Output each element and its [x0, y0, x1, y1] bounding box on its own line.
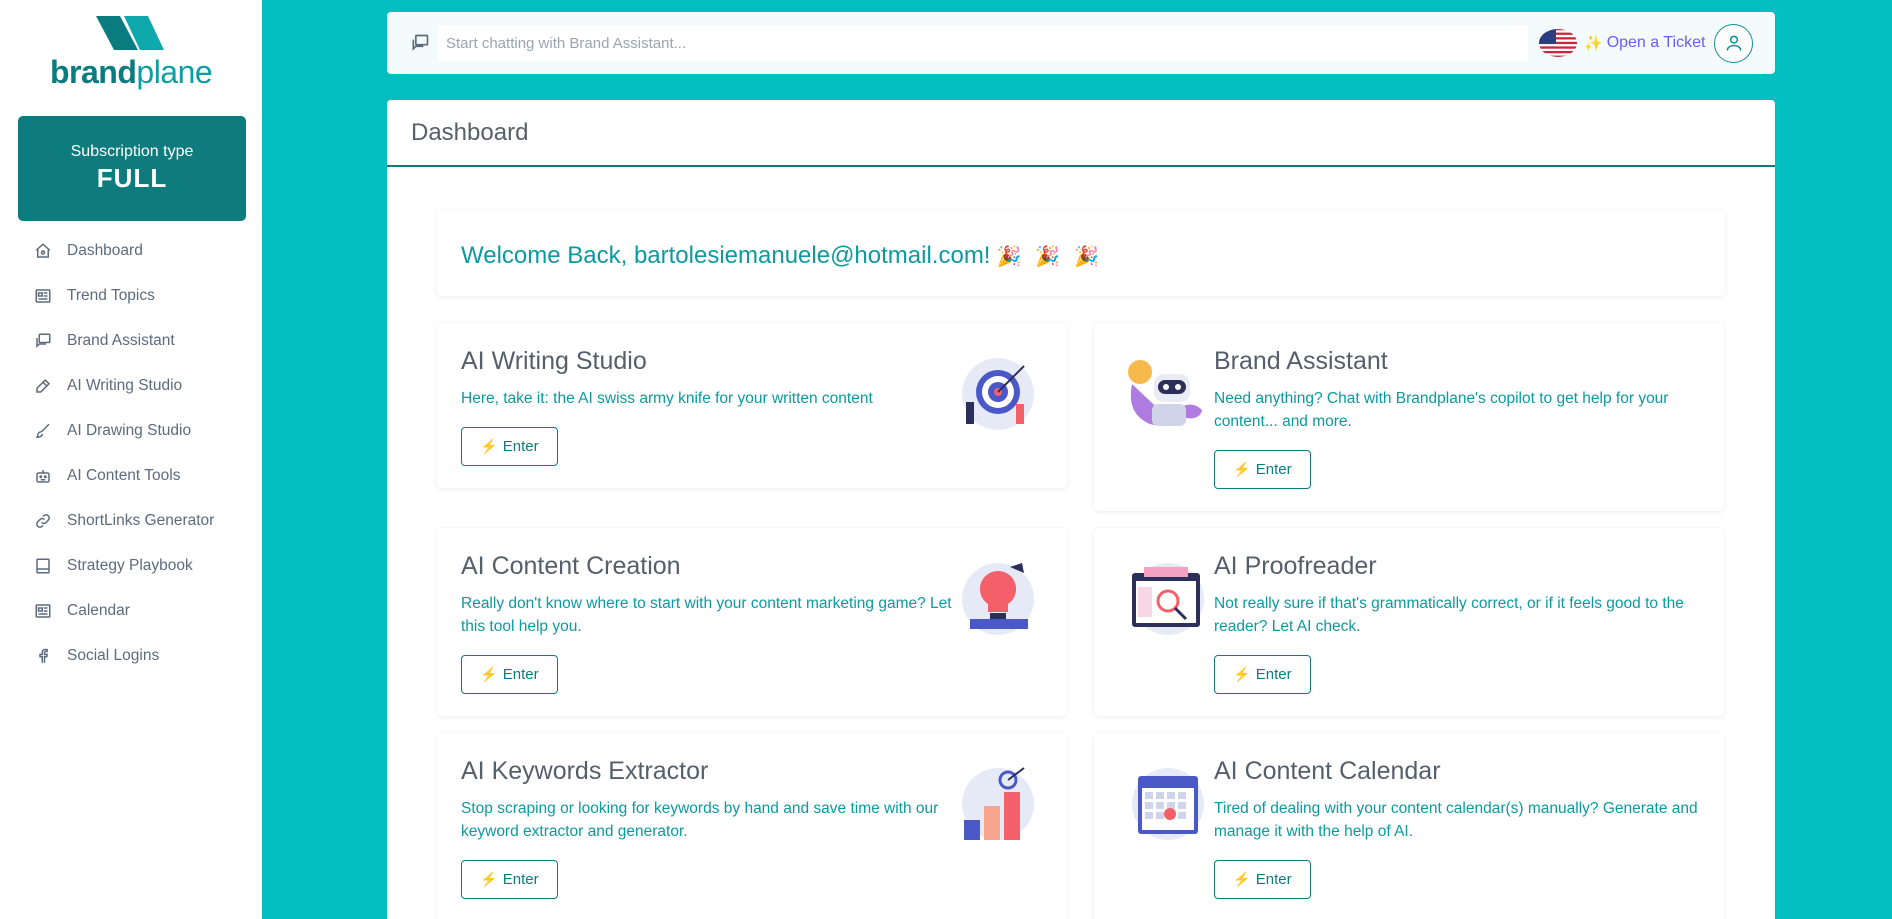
- sidebar: brandplane Subscription type FULL Dashbo…: [0, 0, 262, 919]
- tool-title: Brand Assistant: [1214, 347, 1388, 375]
- welcome-text: Welcome Back, bartolesiemanuele@hotmail.…: [461, 242, 991, 269]
- enter-button[interactable]: ⚡ Enter: [461, 427, 558, 466]
- sidebar-item-label: Trend Topics: [67, 286, 155, 304]
- tool-card-ai-content-creation: AI Content Creation Really don't know wh…: [437, 528, 1067, 716]
- user-icon: [1726, 35, 1742, 51]
- facebook-icon: [34, 647, 52, 665]
- subscription-card: Subscription type FULL: [18, 116, 246, 221]
- tool-card-ai-keywords-extractor: AI Keywords Extractor Stop scraping or l…: [437, 733, 1067, 919]
- tool-title: AI Writing Studio: [461, 347, 647, 375]
- tool-card-brand-assistant: Brand Assistant Need anything? Chat with…: [1094, 323, 1724, 511]
- open-ticket-label: Open a Ticket: [1606, 34, 1706, 51]
- bolt-icon: ⚡: [1233, 871, 1251, 887]
- tool-description: Here, take it: the AI swiss army knife f…: [461, 390, 873, 407]
- bolt-icon: ⚡: [1233, 666, 1251, 682]
- tool-title: AI Proofreader: [1214, 552, 1377, 580]
- tool-description: Not really sure if that's grammatically …: [1214, 595, 1684, 635]
- sidebar-item-label: AI Writing Studio: [67, 376, 183, 394]
- chat-icon: [410, 33, 430, 53]
- target-illustration: [962, 358, 1034, 430]
- us-flag-icon[interactable]: [1538, 28, 1578, 58]
- sidebar-item-ai-content-tools[interactable]: AI Content Tools: [0, 453, 262, 498]
- sparkle-icon: ✨: [1584, 35, 1603, 52]
- calendar-illustration: [1132, 768, 1204, 840]
- open-ticket-button[interactable]: ✨ Open a Ticket: [1584, 34, 1705, 52]
- tool-title: AI Content Calendar: [1214, 757, 1441, 785]
- tool-description: Need anything? Chat with Brandplane's co…: [1214, 390, 1669, 430]
- sidebar-item-label: AI Content Tools: [67, 466, 181, 484]
- sidebar-item-label: AI Drawing Studio: [67, 421, 192, 439]
- main-panel: Dashboard Welcome Back, bartolesiemanuel…: [387, 100, 1775, 919]
- newspaper-icon: [34, 602, 52, 620]
- sidebar-nav: Dashboard Trend Topics Brand Assistant A…: [0, 228, 262, 678]
- sidebar-item-label: ShortLinks Generator: [67, 511, 215, 529]
- robot-icon: [34, 467, 52, 485]
- newspaper-icon: [34, 287, 52, 305]
- bolt-icon: ⚡: [1233, 461, 1251, 477]
- party-popper-icon: 🎉🎉🎉: [996, 246, 1114, 268]
- sidebar-item-ai-writing-studio[interactable]: AI Writing Studio: [0, 363, 262, 408]
- sidebar-item-label: Social Logins: [67, 646, 160, 664]
- enter-button[interactable]: ⚡ Enter: [1214, 655, 1311, 694]
- lightbulb-illustration: [962, 563, 1034, 635]
- sidebar-item-dashboard[interactable]: Dashboard: [0, 228, 262, 273]
- bolt-icon: ⚡: [480, 438, 498, 454]
- sidebar-item-shortlinks-generator[interactable]: ShortLinks Generator: [0, 498, 262, 543]
- sidebar-item-label: Calendar: [67, 601, 130, 619]
- user-avatar[interactable]: [1714, 23, 1754, 63]
- sidebar-item-brand-assistant[interactable]: Brand Assistant: [0, 318, 262, 363]
- sidebar-item-trend-topics[interactable]: Trend Topics: [0, 273, 262, 318]
- tool-card-ai-content-calendar: AI Content Calendar Tired of dealing wit…: [1094, 733, 1724, 919]
- sidebar-item-strategy-playbook[interactable]: Strategy Playbook: [0, 543, 262, 588]
- logo-icon: [96, 16, 164, 50]
- brush-icon: [34, 422, 52, 440]
- welcome-card: Welcome Back, bartolesiemanuele@hotmail.…: [437, 210, 1725, 296]
- approved-illustration: [1132, 563, 1204, 635]
- book-icon: [34, 557, 52, 575]
- enter-button[interactable]: ⚡ Enter: [1214, 450, 1311, 489]
- tool-card-ai-proofreader: AI Proofreader Not really sure if that's…: [1094, 528, 1724, 716]
- subscription-label: Subscription type: [70, 143, 194, 160]
- tool-description: Really don't know where to start with yo…: [461, 595, 952, 635]
- tool-card-ai-writing-studio: AI Writing Studio Here, take it: the AI …: [437, 323, 1067, 488]
- tool-description: Tired of dealing with your content calen…: [1214, 800, 1698, 840]
- chat-input[interactable]: [438, 25, 1528, 61]
- subscription-value: FULL: [96, 163, 168, 193]
- pen-icon: [34, 377, 52, 395]
- sidebar-item-ai-drawing-studio[interactable]: AI Drawing Studio: [0, 408, 262, 453]
- link-icon: [34, 512, 52, 530]
- tool-description: Stop scraping or looking for keywords by…: [461, 800, 939, 840]
- enter-button[interactable]: ⚡ Enter: [461, 655, 558, 694]
- sidebar-item-calendar[interactable]: Calendar: [0, 588, 262, 633]
- tool-title: AI Content Creation: [461, 552, 681, 580]
- welcome-message: Welcome Back, bartolesiemanuele@hotmail.…: [461, 242, 1113, 270]
- sidebar-item-label: Strategy Playbook: [67, 556, 193, 574]
- chat-icon: [34, 332, 52, 350]
- chat-bar: ✨ Open a Ticket: [387, 12, 1775, 74]
- page-title: Dashboard: [387, 100, 1775, 167]
- sidebar-item-label: Brand Assistant: [67, 331, 175, 349]
- logo-wordmark: brandplane: [50, 54, 213, 90]
- growth-illustration: [962, 767, 1034, 840]
- home-icon: [34, 242, 52, 260]
- bolt-icon: ⚡: [480, 871, 498, 887]
- tool-title: AI Keywords Extractor: [461, 757, 709, 785]
- brand-logo[interactable]: brandplane: [50, 14, 213, 90]
- sidebar-item-label: Dashboard: [67, 241, 143, 259]
- enter-button[interactable]: ⚡ Enter: [1214, 860, 1311, 899]
- enter-button[interactable]: ⚡ Enter: [461, 860, 558, 899]
- sidebar-item-social-logins[interactable]: Social Logins: [0, 633, 262, 678]
- robot-illustration: [1128, 360, 1202, 426]
- bolt-icon: ⚡: [480, 666, 498, 682]
